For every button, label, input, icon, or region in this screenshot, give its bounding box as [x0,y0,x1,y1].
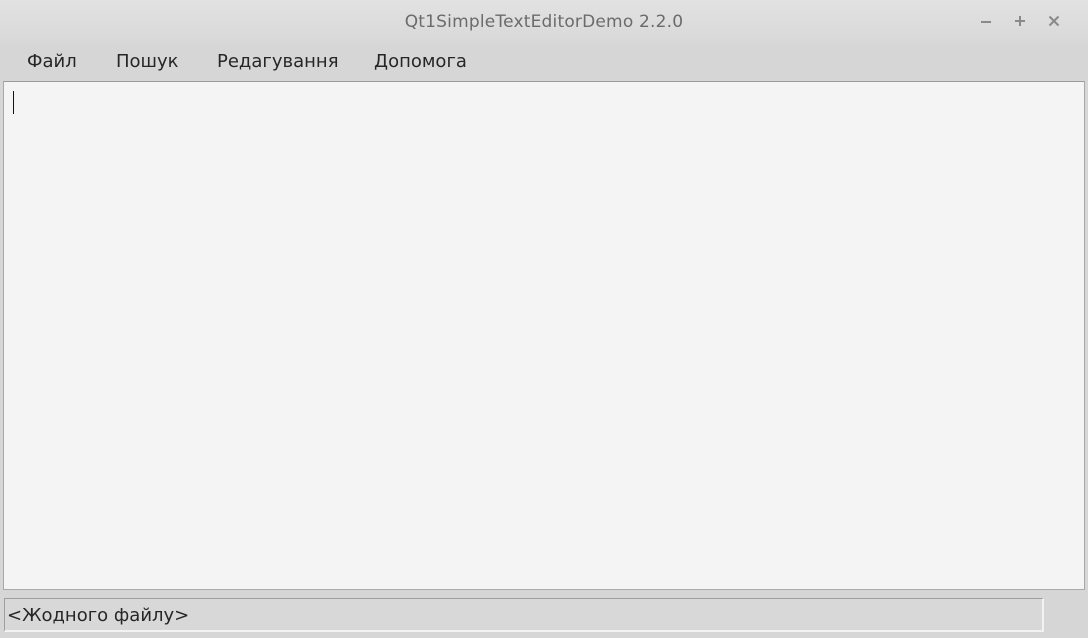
menu-search[interactable]: Пошук [108,48,187,76]
close-icon [1048,15,1060,27]
menu-bar: Файл Пошук Редагування Допомога [0,44,1088,80]
menu-file[interactable]: Файл [19,48,85,76]
title-bar[interactable]: Qt1SimpleTextEditorDemo 2.2.0 [0,0,1088,44]
maximize-button[interactable] [1009,9,1031,33]
status-field: <Жодного файлу> [4,598,1044,632]
status-bar: <Жодного файлу> [0,592,1088,638]
menu-edit[interactable]: Редагування [209,48,347,76]
minimize-icon [981,21,991,23]
minimize-button[interactable] [975,9,997,33]
text-editor-area[interactable] [3,81,1085,590]
window-title: Qt1SimpleTextEditorDemo 2.2.0 [404,12,684,32]
menu-help[interactable]: Допомога [366,48,475,76]
app-window: Qt1SimpleTextEditorDemo 2.2.0 Файл Пошук… [0,0,1088,638]
status-text: <Жодного файлу> [7,605,190,626]
text-caret [13,91,14,114]
maximize-icon [1015,16,1025,26]
close-button[interactable] [1043,9,1065,33]
